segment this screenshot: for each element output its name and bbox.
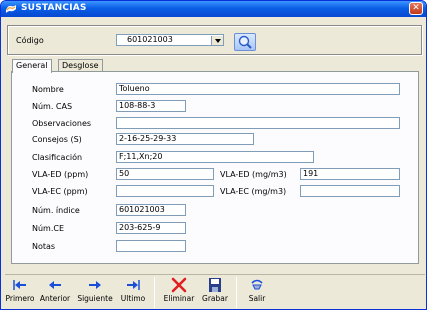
codigo-dropdown-button[interactable] bbox=[211, 36, 223, 45]
consejos-field[interactable]: 2-16-25-29-33 bbox=[116, 133, 254, 145]
vla-ec-ppm-field[interactable] bbox=[116, 185, 214, 197]
vla-ed-mg-field[interactable]: 191 bbox=[300, 168, 400, 180]
close-button[interactable]: ✕ bbox=[409, 2, 423, 15]
delete-button[interactable]: Eliminar bbox=[161, 277, 197, 309]
last-record-button[interactable]: Ultimo bbox=[119, 277, 147, 309]
observaciones-field[interactable] bbox=[116, 117, 400, 129]
codigo-label: Código bbox=[16, 36, 44, 45]
previous-record-button[interactable]: Anterior bbox=[38, 277, 72, 309]
close-icon: ✕ bbox=[412, 3, 420, 13]
app-icon bbox=[6, 5, 16, 13]
vla-ec-ppm-label: VLA-EC (ppm) bbox=[32, 187, 88, 196]
first-arrow-icon bbox=[13, 280, 26, 290]
exit-door-icon bbox=[251, 279, 263, 290]
vla-ec-mg-field[interactable] bbox=[300, 185, 400, 197]
toolbar-separator bbox=[154, 277, 155, 308]
left-arrow-icon bbox=[49, 281, 61, 289]
vla-ed-mg-label: VLA-ED (mg/m3) bbox=[220, 170, 287, 179]
sustancias-window: SUSTANCIAS ✕ Código 601021003 General De… bbox=[0, 0, 427, 310]
last-arrow-icon bbox=[127, 280, 140, 290]
tab-general[interactable]: General bbox=[12, 59, 52, 73]
search-button[interactable] bbox=[234, 33, 256, 51]
clasificacion-field[interactable]: F;11,Xn;20 bbox=[116, 151, 314, 163]
vla-ec-mg-label: VLA-EC (mg/m3) bbox=[220, 187, 287, 196]
vla-ed-ppm-field[interactable]: 50 bbox=[116, 168, 214, 180]
title-bar: SUSTANCIAS ✕ bbox=[1, 1, 426, 17]
num-indice-field[interactable]: 601021003 bbox=[116, 204, 186, 216]
observaciones-label: Observaciones bbox=[32, 119, 92, 128]
num-ce-label: Núm.CE bbox=[32, 224, 65, 233]
vla-ed-ppm-label: VLA-ED (ppm) bbox=[32, 170, 89, 179]
tab-desglose-label: Desglose bbox=[62, 61, 99, 70]
first-record-label: Primero bbox=[5, 294, 35, 303]
codigo-value: 601021003 bbox=[127, 35, 173, 44]
search-panel: Código 601021003 bbox=[7, 25, 422, 55]
exit-label: Salir bbox=[248, 294, 266, 303]
codigo-combobox[interactable]: 601021003 bbox=[116, 34, 224, 46]
save-button[interactable]: Grabar bbox=[199, 277, 231, 309]
previous-record-label: Anterior bbox=[39, 294, 71, 303]
nombre-field[interactable]: Tolueno bbox=[116, 83, 400, 95]
nombre-label: Nombre bbox=[32, 85, 64, 94]
exit-button[interactable]: Salir bbox=[241, 277, 273, 309]
first-record-button[interactable]: Primero bbox=[5, 277, 35, 309]
floppy-disk-icon bbox=[209, 278, 221, 292]
num-ce-field[interactable]: 203-625-9 bbox=[116, 222, 186, 234]
notas-label: Notas bbox=[32, 242, 56, 251]
chevron-down-icon bbox=[215, 39, 221, 43]
next-record-label: Siguiente bbox=[77, 294, 113, 303]
right-arrow-icon bbox=[89, 281, 101, 289]
clasificacion-label: Clasificación bbox=[32, 153, 83, 162]
delete-x-icon bbox=[171, 277, 187, 293]
navigation-toolbar: Primero Anterior Siguiente Ultimo Elimin… bbox=[5, 274, 425, 309]
last-record-label: Ultimo bbox=[120, 294, 146, 303]
tab-general-label: General bbox=[16, 61, 48, 70]
window-title: SUSTANCIAS bbox=[21, 3, 87, 13]
delete-label: Eliminar bbox=[163, 294, 195, 303]
toolbar-separator bbox=[236, 277, 237, 308]
general-tab-panel: Nombre Tolueno Núm. CAS 108-88-3 Observa… bbox=[11, 71, 419, 264]
save-label: Grabar bbox=[202, 294, 228, 303]
magnifier-icon bbox=[238, 35, 252, 49]
num-indice-label: Núm. índice bbox=[32, 206, 80, 215]
num-cas-field[interactable]: 108-88-3 bbox=[116, 100, 186, 112]
notas-field[interactable] bbox=[116, 240, 186, 252]
num-cas-label: Núm. CAS bbox=[32, 102, 73, 111]
next-record-button[interactable]: Siguiente bbox=[75, 277, 115, 309]
consejos-label: Consejos (S) bbox=[32, 135, 82, 144]
